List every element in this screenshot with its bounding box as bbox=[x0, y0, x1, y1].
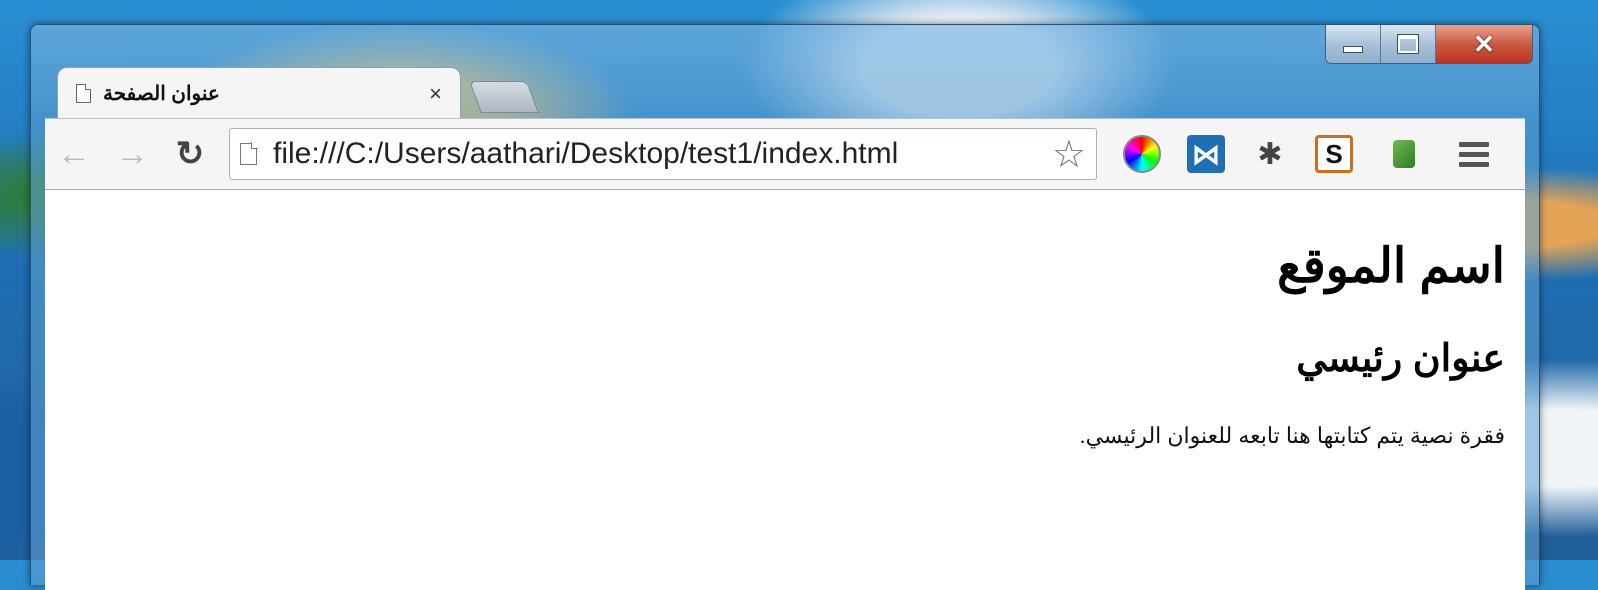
paragraph-text: فقرة نصية يتم كتابتها هنا تابعه للعنوان … bbox=[1079, 423, 1505, 448]
maximize-icon bbox=[1397, 34, 1419, 54]
minimize-button[interactable] bbox=[1326, 25, 1381, 63]
file-icon bbox=[240, 142, 258, 165]
page-icon bbox=[76, 84, 91, 103]
color-picker-icon[interactable] bbox=[1123, 135, 1161, 173]
maximize-button[interactable] bbox=[1381, 25, 1436, 63]
close-icon: ✕ bbox=[1473, 29, 1495, 59]
menu-line-icon bbox=[1459, 141, 1489, 147]
menu-line-icon bbox=[1459, 151, 1489, 157]
tab-active[interactable]: عنوان الصفحة × bbox=[57, 67, 461, 119]
window-controls: ✕ bbox=[1325, 25, 1533, 64]
menu-line-icon bbox=[1459, 161, 1489, 167]
page-content: اسم الموقع عنوان رئيسي فقرة نصية يتم كتا… bbox=[45, 190, 1525, 590]
back-button[interactable]: ← bbox=[45, 126, 103, 182]
address-bar[interactable]: file:///C:/Users/aathari/Desktop/test1/i… bbox=[229, 128, 1097, 180]
reload-button[interactable]: ↻ bbox=[161, 126, 219, 182]
forward-button[interactable]: → bbox=[103, 126, 161, 182]
browser-window: ✕ عنوان الصفحة × ← → ↻ file:///C:/Users/… bbox=[30, 24, 1540, 590]
push-pin-icon[interactable] bbox=[1393, 140, 1415, 168]
close-window-button[interactable]: ✕ bbox=[1436, 25, 1532, 63]
url-text[interactable]: file:///C:/Users/aathari/Desktop/test1/i… bbox=[273, 137, 1052, 171]
toolbar: ← → ↻ file:///C:/Users/aathari/Desktop/t… bbox=[45, 118, 1525, 190]
minimize-icon bbox=[1343, 45, 1363, 53]
new-tab-button[interactable] bbox=[469, 81, 539, 113]
bookmark-star-icon[interactable]: ☆ bbox=[1052, 132, 1086, 177]
main-heading: عنوان رئيسي bbox=[1296, 338, 1505, 380]
tab-close-button[interactable]: × bbox=[429, 81, 442, 106]
s-extension-icon[interactable]: S bbox=[1315, 135, 1353, 173]
menu-button[interactable] bbox=[1459, 137, 1489, 172]
bug-icon[interactable]: ✱ bbox=[1251, 135, 1289, 173]
vs-code-icon[interactable]: ⋈ bbox=[1187, 135, 1225, 173]
site-name-heading: اسم الموقع bbox=[1277, 240, 1505, 293]
tab-title: عنوان الصفحة bbox=[103, 83, 220, 105]
